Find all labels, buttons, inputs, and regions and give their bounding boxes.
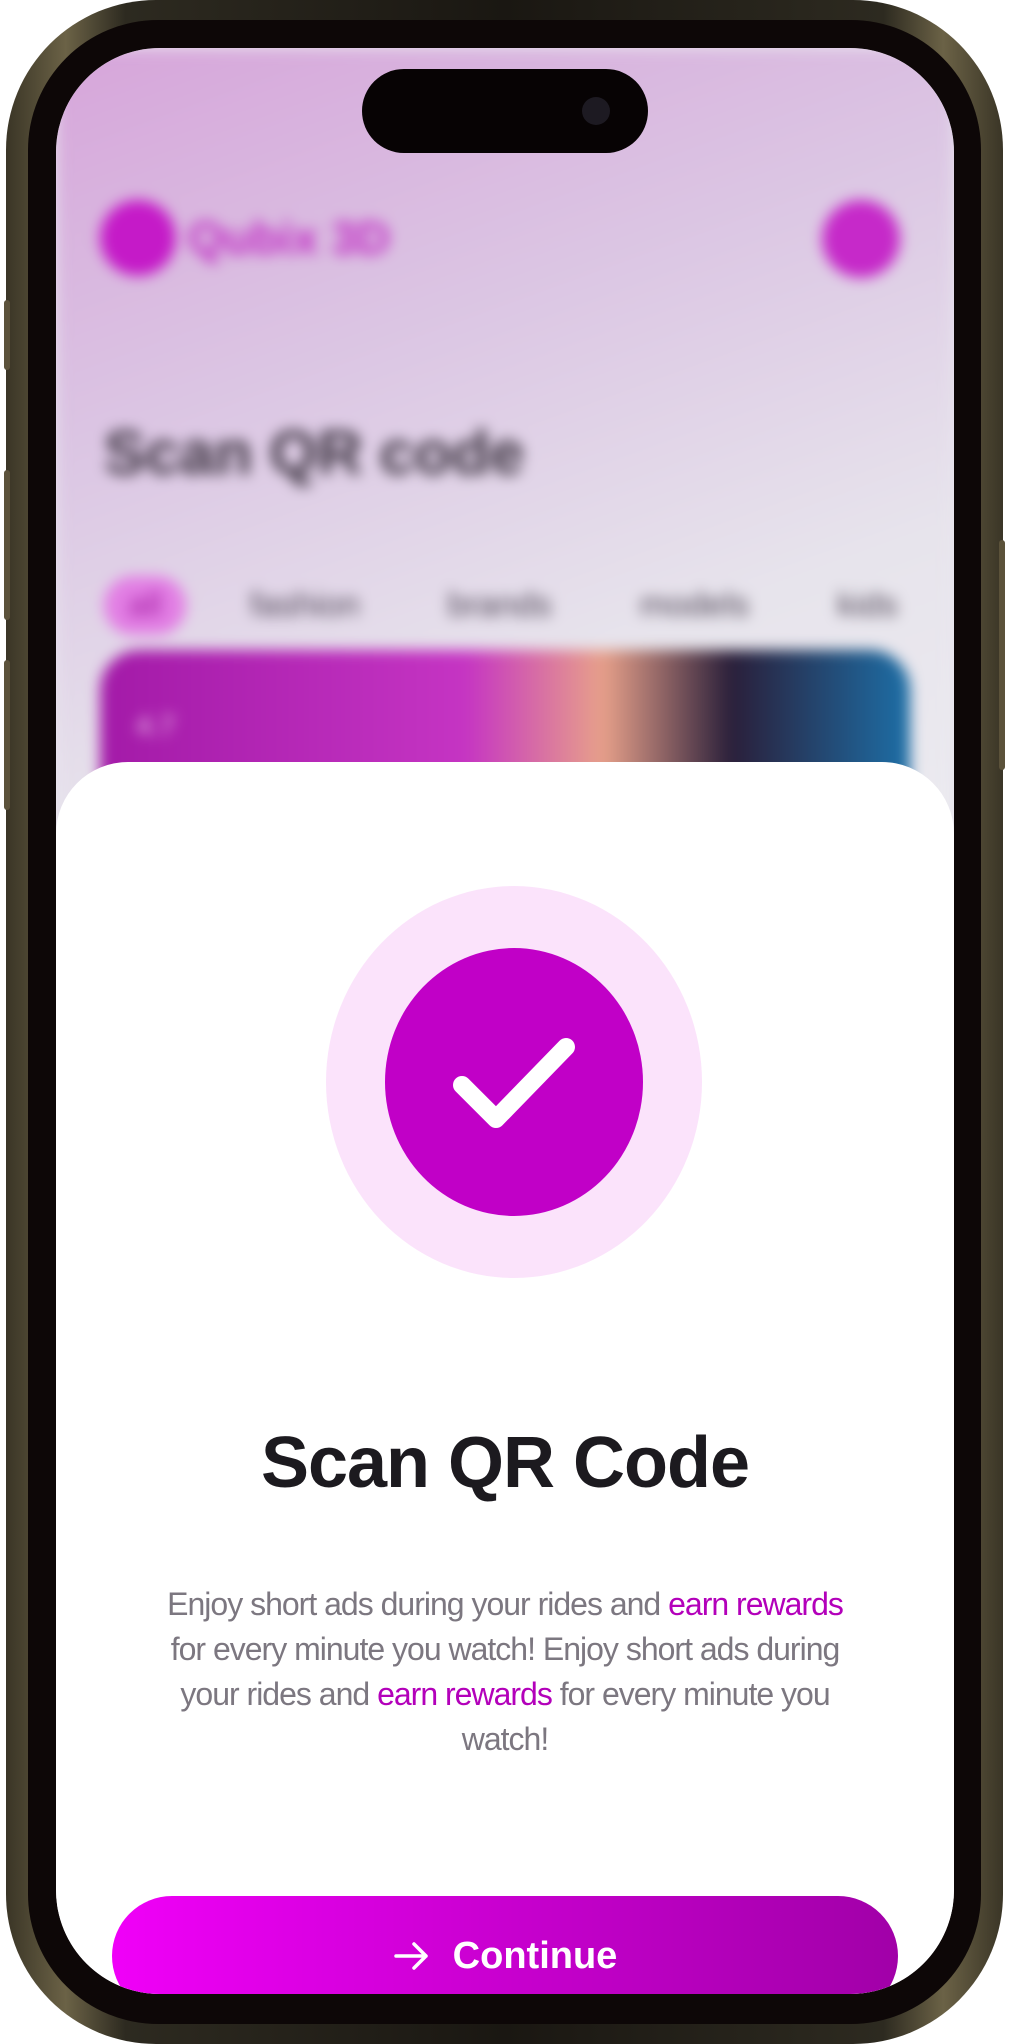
success-sheet: Scan QR Code Enjoy short ads during your… bbox=[56, 762, 954, 1994]
logo-icon bbox=[100, 200, 176, 276]
success-badge bbox=[326, 886, 702, 1278]
card-rating: 4.7 bbox=[136, 710, 175, 741]
dynamic-island bbox=[362, 69, 648, 153]
avatar bbox=[822, 200, 900, 278]
description-text: Enjoy short ads during your rides and bbox=[167, 1586, 669, 1622]
page-title: Scan QR code bbox=[104, 419, 525, 488]
sheet-description: Enjoy short ads during your rides and ea… bbox=[156, 1582, 854, 1762]
check-icon bbox=[453, 1038, 575, 1128]
volume-down-button bbox=[4, 660, 10, 810]
sheet-title: Scan QR Code bbox=[260, 1423, 750, 1503]
app-logo: Qubix 3D bbox=[100, 200, 390, 276]
continue-label: Continue bbox=[452, 1934, 618, 1977]
success-badge-inner bbox=[385, 948, 643, 1216]
highlight-text: earn rewards bbox=[668, 1586, 844, 1622]
category-tabs: all fashion brands models kids bea bbox=[104, 576, 954, 635]
arrow-right-icon bbox=[393, 1942, 428, 1970]
volume-up-button bbox=[4, 470, 10, 620]
tab-kids: kids bbox=[837, 586, 898, 624]
power-button bbox=[999, 540, 1005, 770]
continue-button[interactable]: Continue bbox=[112, 1896, 898, 1994]
app-name: Qubix 3D bbox=[188, 212, 390, 264]
highlight-text: earn rewards bbox=[377, 1676, 553, 1712]
tab-models: models bbox=[639, 586, 750, 624]
front-camera-icon bbox=[582, 97, 610, 125]
tab-fashion: fashion bbox=[250, 586, 360, 624]
tab-brands: brands bbox=[447, 586, 552, 624]
blurred-background: Qubix 3D Scan QR code all fashion brands… bbox=[56, 48, 954, 910]
silent-switch bbox=[4, 300, 10, 370]
screen: Qubix 3D Scan QR code all fashion brands… bbox=[56, 48, 954, 1994]
tab-all: all bbox=[104, 576, 187, 635]
